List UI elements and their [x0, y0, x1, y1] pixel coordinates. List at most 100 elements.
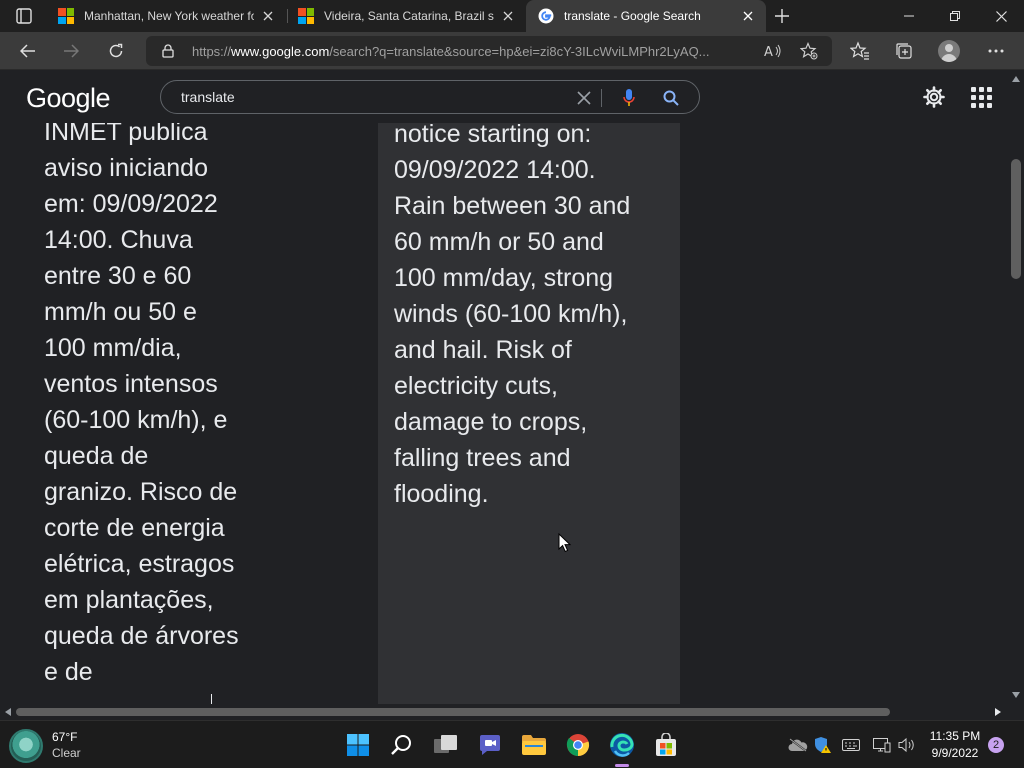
volume-icon[interactable] [897, 735, 917, 755]
favorites-star-icon [850, 41, 869, 60]
collections-button[interactable] [892, 39, 916, 63]
address-bar[interactable]: https://www.google.com/search?q=translat… [146, 36, 832, 66]
notification-badge[interactable]: 2 [988, 737, 1004, 753]
search-icon [391, 735, 411, 755]
weather-condition[interactable]: Clear [52, 746, 81, 760]
tab-strip: Manhattan, New York weather fo Videira, … [0, 0, 1024, 32]
security-warning-icon[interactable] [813, 735, 833, 755]
chat-icon [480, 735, 500, 755]
keyboard-icon[interactable] [841, 735, 861, 755]
tab-title: Videira, Santa Catarina, Brazil sev [324, 9, 494, 23]
weather-widget-icon[interactable] [9, 729, 43, 763]
close-tab-icon[interactable] [260, 8, 276, 24]
plus-icon [775, 9, 789, 23]
arrow-right-icon [64, 44, 79, 58]
edge-icon [610, 733, 634, 757]
search-input[interactable] [181, 87, 561, 107]
vertical-scrollbar[interactable] [1008, 71, 1024, 704]
translate-source-text[interactable]: INMET publica aviso iniciando em: 09/09/… [44, 123, 364, 690]
task-view-icon [434, 735, 457, 753]
minimize-icon [904, 15, 914, 17]
apps-grid-icon [979, 87, 984, 92]
google-search-box[interactable] [160, 80, 700, 114]
msn-weather-favicon-icon [298, 8, 314, 24]
folder-icon [522, 735, 546, 755]
add-favorite-icon[interactable] [800, 42, 818, 60]
back-button[interactable] [14, 37, 42, 65]
tab-manhattan-weather[interactable]: Manhattan, New York weather fo [46, 0, 286, 32]
tab-videira-weather[interactable]: Videira, Santa Catarina, Brazil sev [286, 0, 526, 32]
read-aloud-icon[interactable]: A [764, 42, 782, 60]
collections-icon [896, 43, 912, 59]
google-search-header: Google [0, 71, 1008, 123]
clock-time[interactable]: 11:35 PM [920, 729, 990, 743]
lock-icon[interactable] [160, 43, 176, 59]
apps-grid-icon [971, 103, 976, 108]
close-tab-icon[interactable] [740, 8, 756, 24]
search-results-content: INMET publica aviso iniciando em: 09/09/… [0, 123, 1008, 704]
apps-grid-icon [987, 87, 992, 92]
favorites-button[interactable] [848, 39, 872, 63]
teams-chat-button[interactable] [474, 729, 506, 761]
msn-weather-favicon-icon [58, 8, 74, 24]
search-icon[interactable] [661, 88, 681, 108]
horizontal-scrollbar[interactable] [0, 704, 1008, 720]
restore-button[interactable] [932, 0, 978, 32]
scroll-right-arrow-icon[interactable] [994, 708, 1002, 716]
url-text: https://www.google.com/search?q=translat… [192, 44, 752, 59]
svg-text:A: A [764, 45, 773, 59]
apps-grid-icon [987, 103, 992, 108]
close-icon [995, 10, 1007, 22]
restore-icon [950, 11, 960, 21]
clear-search-icon[interactable] [574, 88, 594, 108]
task-view-button[interactable] [430, 729, 462, 761]
display-icon[interactable] [872, 735, 892, 755]
apps-grid-icon [979, 95, 984, 100]
start-button[interactable] [342, 729, 374, 761]
new-tab-button[interactable] [770, 4, 794, 28]
tab-title: Manhattan, New York weather fo [84, 9, 254, 23]
tab-title: translate - Google Search [564, 9, 701, 23]
refresh-button[interactable] [102, 37, 130, 65]
arrow-left-icon [20, 44, 35, 58]
chrome-icon [566, 734, 590, 757]
settings-button[interactable] [922, 85, 946, 109]
tab-actions-button[interactable] [6, 4, 42, 28]
apps-grid-icon [979, 103, 984, 108]
windows-logo-icon [347, 734, 369, 756]
scroll-left-arrow-icon[interactable] [4, 708, 12, 716]
tab-actions-icon [16, 8, 32, 24]
taskbar-search-button[interactable] [386, 729, 418, 761]
edge-button[interactable] [606, 729, 638, 767]
clock-date[interactable]: 9/9/2022 [920, 746, 990, 760]
microsoft-store-button[interactable] [650, 729, 682, 761]
close-window-button[interactable] [978, 0, 1024, 32]
apps-grid-icon [971, 95, 976, 100]
google-favicon-icon [538, 8, 554, 24]
profile-avatar[interactable] [938, 40, 960, 62]
close-tab-icon[interactable] [500, 8, 516, 24]
forward-button[interactable] [57, 37, 85, 65]
apps-grid-icon [971, 87, 976, 92]
gear-icon [923, 86, 945, 108]
more-horizontal-icon [988, 49, 1004, 53]
scrollbar-corner [1008, 704, 1024, 720]
url-path: /search?q=translate&source=hp&ei=zi8cY-3… [329, 43, 710, 59]
minimize-button[interactable] [886, 0, 932, 32]
tab-google-translate[interactable]: translate - Google Search [526, 0, 766, 32]
settings-and-more-button[interactable] [984, 39, 1008, 63]
vertical-scrollbar-thumb[interactable] [1011, 159, 1021, 279]
file-explorer-button[interactable] [518, 729, 550, 761]
google-apps-button[interactable] [969, 85, 993, 109]
scroll-down-arrow-icon[interactable] [1012, 691, 1020, 699]
google-logo[interactable]: Google [26, 83, 111, 114]
horizontal-scrollbar-thumb[interactable] [16, 708, 890, 716]
onedrive-offline-icon[interactable] [788, 735, 808, 755]
windows-taskbar: 67°F Clear 11:35 PM 9/9/2022 2 [0, 720, 1024, 768]
browser-toolbar: https://www.google.com/search?q=translat… [0, 32, 1024, 70]
weather-temperature[interactable]: 67°F [52, 730, 77, 744]
chrome-button[interactable] [562, 729, 594, 761]
mouse-pointer-icon [558, 533, 572, 553]
microphone-icon[interactable] [619, 88, 639, 108]
scroll-up-arrow-icon[interactable] [1012, 75, 1020, 83]
